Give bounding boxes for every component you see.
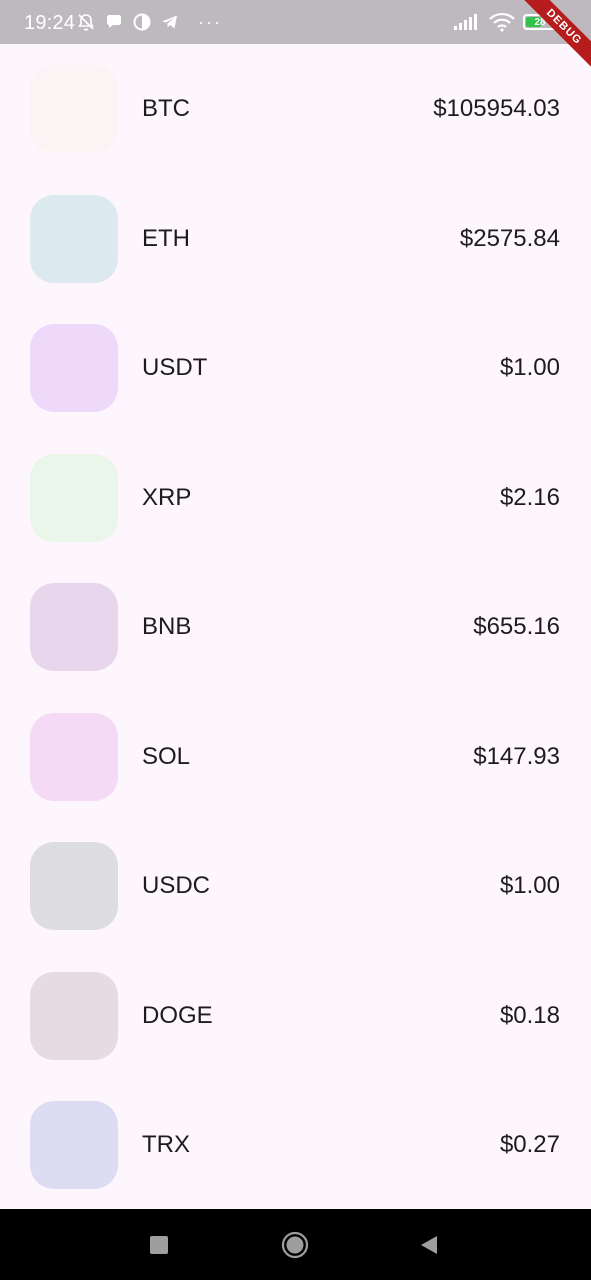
recents-button[interactable] — [144, 1230, 174, 1260]
coin-price: $655.16 — [473, 613, 560, 640]
home-button[interactable] — [280, 1230, 310, 1260]
coin-avatar — [30, 712, 118, 801]
coin-row[interactable]: BNB $655.16 — [0, 562, 591, 692]
coin-avatar — [30, 453, 118, 542]
coin-price: $2.16 — [499, 483, 560, 511]
coin-price: $0.27 — [499, 1131, 560, 1158]
coin-symbol: XRP — [142, 483, 192, 511]
mute-bell-icon — [77, 14, 95, 31]
coin-row[interactable]: BTC $105954.03 — [0, 44, 591, 174]
coin-row[interactable]: USDT $1.00 — [0, 303, 591, 433]
coin-symbol: DOGE — [142, 1001, 213, 1029]
wifi-icon — [489, 12, 515, 32]
coin-row[interactable]: XRP $2.16 — [0, 433, 591, 563]
coin-row[interactable]: ETH $2575.84 — [0, 174, 591, 304]
notification-icons: ··· — [76, 12, 222, 32]
coin-price: $0.18 — [499, 1001, 560, 1029]
home-circle-icon — [281, 1231, 309, 1259]
coin-price: $2575.84 — [459, 224, 560, 252]
coin-symbol: TRX — [142, 1131, 190, 1158]
signal-icon — [454, 14, 477, 30]
coin-symbol: USDC — [142, 872, 211, 899]
coin-symbol: SOL — [142, 742, 191, 770]
coin-price: $147.93 — [473, 742, 560, 770]
data-saver-icon — [133, 13, 151, 31]
coin-symbol: BTC — [142, 95, 190, 122]
coin-symbol: ETH — [142, 224, 190, 252]
coin-price: $105954.03 — [433, 95, 560, 122]
coin-avatar — [30, 65, 118, 153]
telegram-icon — [162, 15, 177, 29]
coin-avatar — [30, 583, 118, 671]
more-notifications-indicator: ··· — [198, 12, 222, 32]
coin-price: $1.00 — [499, 872, 560, 899]
status-bar: 19:24 ··· 28 DEBUG — [0, 0, 591, 73]
coin-symbol: USDT — [142, 354, 208, 381]
coin-row[interactable]: TRX $0.27 — [0, 1080, 591, 1209]
recents-square-icon — [150, 1236, 168, 1254]
status-time: 19:24 — [24, 12, 76, 34]
coin-price: $1.00 — [499, 354, 560, 381]
coin-row[interactable]: SOL $147.93 — [0, 692, 591, 822]
coin-row[interactable]: USDC $1.00 — [0, 821, 591, 951]
coin-row[interactable]: DOGE $0.18 — [0, 951, 591, 1081]
chat-bubble-icon — [107, 15, 121, 28]
coin-avatar — [30, 1101, 118, 1189]
back-triangle-icon — [421, 1236, 437, 1254]
coin-list[interactable]: BTC $105954.03 ETH $2575.84 USDT $1.00 XRP $2.1… — [0, 44, 591, 1209]
coin-avatar — [30, 324, 118, 412]
back-button[interactable] — [414, 1230, 444, 1260]
coin-avatar — [30, 842, 118, 930]
system-nav-bar — [0, 1209, 591, 1280]
coin-avatar — [30, 971, 118, 1060]
coin-avatar — [30, 194, 118, 283]
coin-symbol: BNB — [142, 613, 192, 640]
